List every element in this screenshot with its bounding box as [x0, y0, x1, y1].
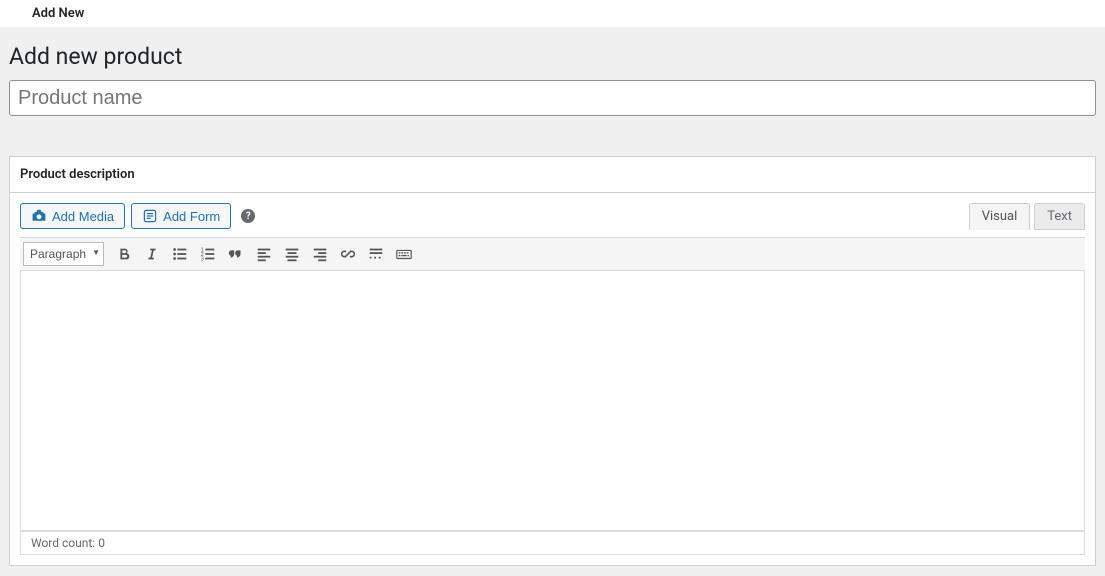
add-media-button[interactable]: Add Media: [20, 203, 125, 229]
keyboard-icon: [395, 245, 413, 263]
align-left-button[interactable]: [250, 241, 278, 267]
breadcrumb-add-new: Add New: [0, 0, 1105, 27]
add-form-label: Add Form: [163, 209, 220, 224]
blockquote-button[interactable]: [222, 241, 250, 267]
link-button[interactable]: [334, 241, 362, 267]
read-more-icon: [367, 245, 385, 263]
editor-box: Product description Add Media Add Form ?…: [9, 156, 1096, 566]
camera-icon: [31, 208, 47, 224]
align-center-icon: [283, 245, 301, 263]
product-name-input[interactable]: [9, 80, 1096, 116]
italic-icon: [143, 245, 161, 263]
add-media-label: Add Media: [52, 209, 114, 224]
svg-text:3: 3: [201, 256, 204, 262]
bold-icon: [115, 245, 133, 263]
bold-button[interactable]: [110, 241, 138, 267]
numbered-list-icon: 123: [199, 245, 217, 263]
numbered-list-button[interactable]: 123: [194, 241, 222, 267]
read-more-button[interactable]: [362, 241, 390, 267]
align-left-icon: [255, 245, 273, 263]
quote-icon: [227, 245, 245, 263]
align-right-button[interactable]: [306, 241, 334, 267]
editor-content[interactable]: [20, 271, 1085, 531]
help-icon[interactable]: ?: [241, 209, 255, 223]
align-center-button[interactable]: [278, 241, 306, 267]
page-wrap: Add new product Product description Add …: [0, 27, 1105, 576]
editor-statusbar: Word count: 0: [20, 531, 1085, 555]
link-icon: [339, 245, 357, 263]
add-form-button[interactable]: Add Form: [131, 203, 231, 229]
tab-visual[interactable]: Visual: [969, 203, 1031, 230]
format-select[interactable]: Paragraph: [23, 242, 104, 266]
italic-button[interactable]: [138, 241, 166, 267]
breadcrumb-label: Add New: [32, 6, 84, 21]
editor-toolbar: Paragraph 123: [20, 237, 1085, 271]
tab-text[interactable]: Text: [1034, 203, 1085, 230]
toolbar-toggle-button[interactable]: [390, 241, 418, 267]
align-right-icon: [311, 245, 329, 263]
bullet-list-button[interactable]: [166, 241, 194, 267]
form-icon: [142, 208, 158, 224]
media-row: Add Media Add Form ? Visual Text: [10, 193, 1095, 229]
word-count-value: 0: [98, 536, 105, 550]
bullet-list-icon: [171, 245, 189, 263]
word-count-label: Word count:: [31, 536, 98, 550]
page-title: Add new product: [9, 37, 1096, 80]
editor-box-header: Product description: [10, 157, 1095, 193]
format-select-wrap: Paragraph: [23, 242, 110, 266]
editor-tabs: Visual Text: [965, 203, 1085, 230]
